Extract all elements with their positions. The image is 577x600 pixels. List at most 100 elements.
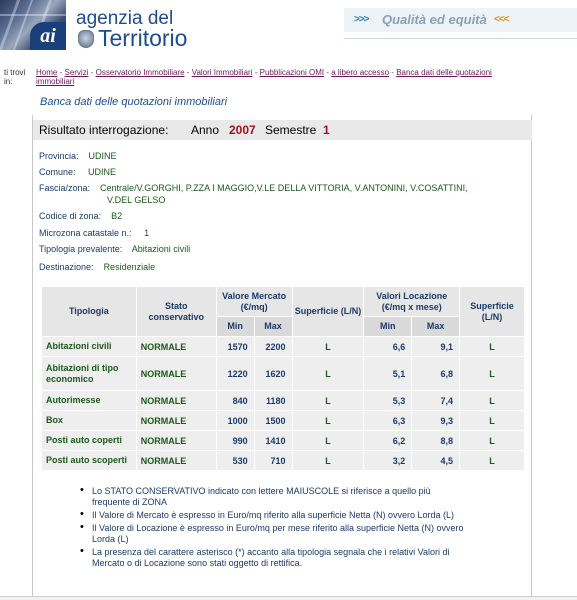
cell-superficie-2: L	[459, 450, 525, 471]
breadcrumb-pubblicazioni[interactable]: Pubblicazioni OMI	[260, 68, 324, 77]
field-destinazione: Destinazione: Residenziale	[39, 262, 155, 273]
page-title: Banca dati delle quotazioni immobiliari	[40, 96, 228, 108]
cell-superficie-2: L	[459, 430, 525, 451]
cell-stato: NORMALE	[135, 430, 217, 451]
cell-tipologia: Posti auto scoperti	[41, 450, 137, 471]
breadcrumb-separator: -	[391, 68, 394, 77]
cell-vm-min: 990	[215, 430, 255, 451]
table-row: Posti auto scoperti NORMALE 530 710 L 3,…	[41, 450, 525, 471]
header-stato: Stato conservativo	[135, 286, 217, 337]
cell-vm-min: 1570	[215, 336, 255, 357]
breadcrumb-separator: -	[326, 68, 329, 77]
anno-value: 2007	[229, 123, 256, 137]
provincia-label: Provincia:	[39, 151, 79, 161]
field-fascia-cont: V.DEL GELSO	[107, 195, 165, 206]
table-row: Autorimesse NORMALE 840 1180 L 5,3 7,4 L	[41, 390, 525, 411]
breadcrumb-valori[interactable]: Valori Immobiliari	[192, 68, 253, 77]
cell-superficie-1: L	[291, 450, 365, 471]
cell-vl-max: 8,8	[411, 430, 461, 451]
breadcrumb-separator: -	[254, 68, 258, 77]
agenzia-logo[interactable]: ai	[30, 22, 66, 50]
cell-vl-max: 4,5	[411, 450, 461, 471]
cell-vm-min: 840	[215, 390, 255, 411]
breadcrumb-separator: -	[186, 68, 190, 77]
brand-name-bottom: Territorio	[98, 25, 188, 51]
fascia-value-line1: Centrale/V.GORGHI, P.ZZA I MAGGIO,V.LE D…	[100, 183, 468, 193]
cell-vl-max: 6,8	[411, 356, 461, 391]
fascia-value-line2: V.DEL GELSO	[107, 195, 166, 205]
cell-vm-max: 1500	[253, 410, 293, 431]
cell-stato: NORMALE	[135, 390, 217, 411]
cell-superficie-2: L	[459, 336, 525, 357]
slogan-bar: >>> Qualità ed equità <<<	[344, 8, 577, 32]
field-provincia: Provincia: UDINE	[39, 151, 117, 162]
cell-vl-min: 5,1	[363, 356, 413, 391]
table-row: Abitazioni civili NORMALE 1570 2200 L 6,…	[41, 336, 525, 357]
breadcrumb-separator: -	[90, 68, 94, 77]
cell-vl-min: 5,3	[363, 390, 413, 411]
breadcrumb-prefix: ti trovi in:	[4, 68, 26, 86]
cell-vl-min: 3,2	[363, 450, 413, 471]
header-superficie-2: Superficie (L/N)	[459, 286, 525, 337]
field-codice-zona: Codice di zona: B2	[39, 211, 122, 222]
header-vm-min: Min	[215, 316, 255, 337]
header-tipologia: Tipologia	[41, 286, 137, 337]
header-valori-locazione: Valori Locazione (€/mq x mese)	[363, 286, 461, 317]
breadcrumb-servizi[interactable]: Servizi	[64, 68, 88, 77]
comune-label: Comune:	[39, 167, 76, 177]
provincia-value: UDINE	[88, 151, 117, 161]
cell-vl-max: 9,1	[411, 336, 461, 357]
cell-vm-max: 710	[253, 450, 293, 471]
tipologia-value: Abitazioni civili	[131, 244, 191, 254]
breadcrumb-libero-accesso[interactable]: a libero accesso	[331, 68, 389, 77]
note-item: Lo STATO CONSERVATIVO indicato con lette…	[80, 485, 470, 508]
cell-superficie-1: L	[291, 390, 365, 411]
tipologia-label: Tipologia prevalente:	[39, 244, 123, 254]
cell-vl-max: 9,3	[411, 410, 461, 431]
breadcrumb-home[interactable]: Home	[36, 68, 57, 77]
comune-value: UDINE	[88, 167, 117, 177]
breadcrumb-osservatorio[interactable]: Osservatorio Immobiliare	[96, 68, 185, 77]
semestre-value: 1	[323, 123, 330, 137]
note-item: Il Valore di Mercato è espresso in Euro/…	[80, 509, 470, 521]
header-divider	[344, 38, 577, 39]
cell-superficie-2: L	[459, 390, 525, 411]
field-microzona: Microzona catastale n.: 1	[39, 228, 149, 239]
header-vl-max: Max	[411, 316, 461, 337]
cell-vm-max: 2200	[253, 336, 293, 357]
header-valore-mercato: Valore Mercato (€/mq)	[215, 286, 293, 317]
notes-list: Lo STATO CONSERVATIVO indicato con lette…	[80, 485, 470, 571]
cell-stato: NORMALE	[135, 450, 217, 471]
slogan-right-arrows: <<<	[494, 14, 510, 25]
result-label: Risultato interrogazione:	[39, 123, 169, 137]
codice-zona-value: B2	[111, 211, 123, 221]
cell-vl-max: 7,4	[411, 390, 461, 411]
destinazione-value: Residenziale	[103, 262, 156, 272]
cell-superficie-1: L	[291, 336, 365, 357]
cell-tipologia: Autorimesse	[41, 390, 137, 411]
header-vl-min: Min	[363, 316, 413, 337]
cell-vm-max: 1410	[253, 430, 293, 451]
cell-vm-max: 1620	[253, 356, 293, 391]
header-superficie-1: Superficie (L/N)	[291, 286, 365, 337]
cell-vl-min: 6,6	[363, 336, 413, 357]
semestre-label: Semestre	[265, 123, 317, 137]
field-tipologia: Tipologia prevalente: Abitazioni civili	[39, 244, 190, 255]
field-fascia: Fascia/zona: Centrale/V.GORGHI, P.ZZA I …	[39, 183, 519, 194]
cell-vm-min: 530	[215, 450, 255, 471]
cell-stato: NORMALE	[135, 336, 217, 357]
cell-tipologia: Abitazioni di tipo economico	[41, 356, 137, 391]
header-vm-max: Max	[253, 316, 293, 337]
table-row: Box NORMALE 1000 1500 L 6,3 9,3 L	[41, 410, 525, 431]
cell-vm-max: 1180	[253, 390, 293, 411]
cell-superficie-2: L	[459, 356, 525, 391]
quotations-table: Tipologia Stato conservativo Valore Merc…	[41, 286, 525, 471]
cell-vm-min: 1000	[215, 410, 255, 431]
cell-superficie-2: L	[459, 410, 525, 431]
field-comune: Comune: UDINE	[39, 167, 116, 178]
breadcrumb-separator: -	[59, 68, 63, 77]
cell-tipologia: Abitazioni civili	[41, 336, 137, 357]
cell-superficie-1: L	[291, 430, 365, 451]
table-row: Posti auto coperti NORMALE 990 1410 L 6,…	[41, 430, 525, 451]
fascia-label: Fascia/zona:	[39, 183, 91, 193]
